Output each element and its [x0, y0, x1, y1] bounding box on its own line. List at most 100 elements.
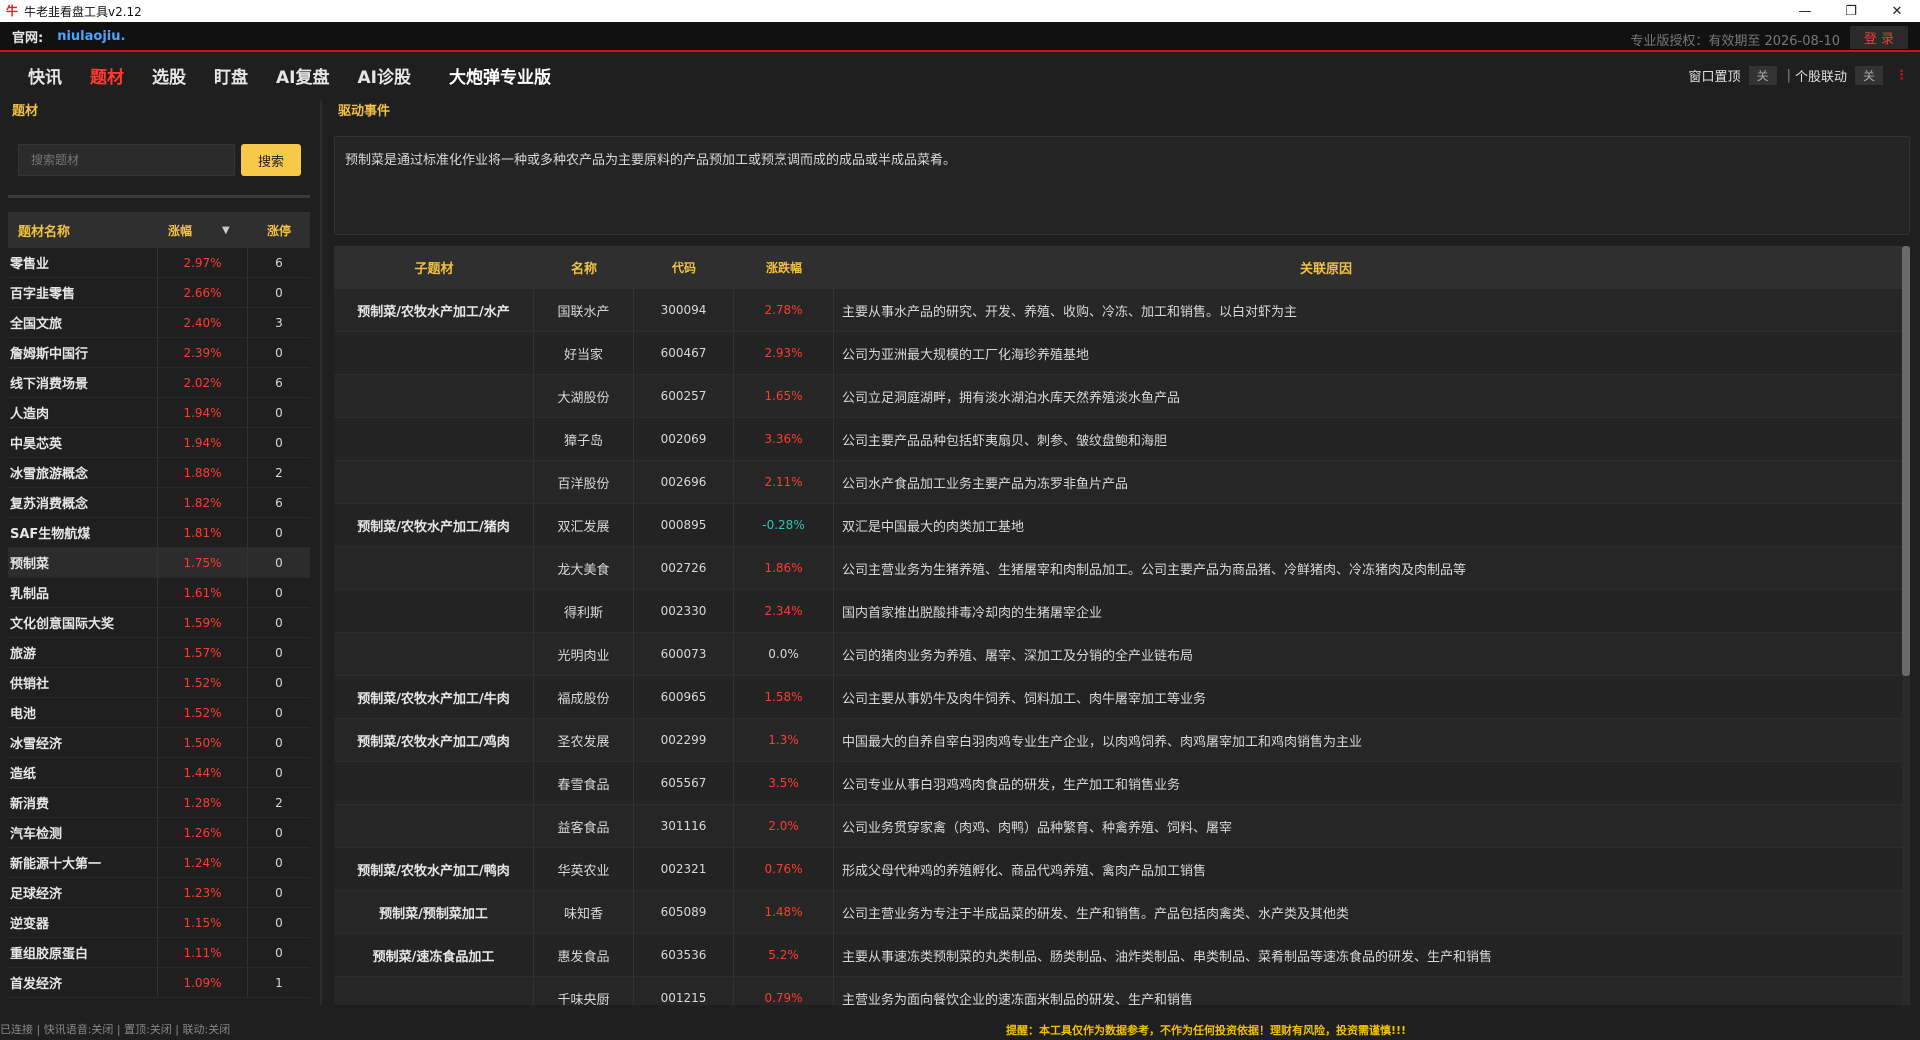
- stock-name[interactable]: 味知香: [534, 891, 634, 933]
- more-menu-icon[interactable]: ⋮: [1895, 68, 1908, 83]
- stock-row[interactable]: 好当家 600467 2.93% 公司为亚洲最大规模的工厂化海珍养殖基地: [334, 332, 1910, 375]
- stock-row[interactable]: 大湖股份 600257 1.65% 公司立足洞庭湖畔，拥有淡水湖泊水库天然养殖淡水鱼产…: [334, 375, 1910, 418]
- stock-table-scrollbar[interactable]: [1902, 246, 1910, 1005]
- theme-name-header[interactable]: 题材名称: [8, 212, 158, 248]
- theme-row[interactable]: 文化创意国际大奖 1.59% 0: [8, 608, 310, 638]
- theme-name: 乳制品: [8, 578, 158, 607]
- stock-name[interactable]: 益客食品: [534, 805, 634, 847]
- subtheme-header[interactable]: 子题材: [334, 246, 534, 289]
- stock-row[interactable]: 预制菜/农牧水产加工/水产 国联水产 300094 2.78% 主要从事水产品的研究、开…: [334, 289, 1910, 332]
- nav-item-ai-diagnose[interactable]: AI诊股: [357, 63, 410, 88]
- stock-row[interactable]: 益客食品 301116 2.0% 公司业务贯穿家禽（肉鸡、肉鸭）品种繁育、种禽养殖、饲…: [334, 805, 1910, 848]
- stock-row[interactable]: 龙大美食 002726 1.86% 公司主营业务为生猪养殖、生猪屠宰和肉制品加工。公司…: [334, 547, 1910, 590]
- stock-name[interactable]: 国联水产: [534, 289, 634, 331]
- theme-name: 供销社: [8, 668, 158, 697]
- theme-row[interactable]: 新能源十大第一 1.24% 0: [8, 848, 310, 878]
- theme-row[interactable]: 冰雪旅游概念 1.88% 2: [8, 458, 310, 488]
- theme-row[interactable]: 供销社 1.52% 0: [8, 668, 310, 698]
- stock-rows: 预制菜/农牧水产加工/水产 国联水产 300094 2.78% 主要从事水产品的研究、开…: [334, 289, 1910, 1005]
- theme-rows: 零售业 2.97% 6 百字韭零售 2.66% 0 全国文旅 2.40% 3 詹姆斯中国行 2.39…: [8, 248, 310, 998]
- stock-code-header[interactable]: 代码: [634, 246, 734, 289]
- stock-link-toggle[interactable]: 关: [1854, 66, 1883, 85]
- theme-row[interactable]: 冰雪经济 1.50% 0: [8, 728, 310, 758]
- stock-name[interactable]: 龙大美食: [534, 547, 634, 589]
- stock-row[interactable]: 千味央厨 001215 0.79% 主营业务为面向餐饮企业的速冻面米制品的研发、生产和…: [334, 977, 1910, 1005]
- stock-name-header[interactable]: 名称: [534, 246, 634, 289]
- stock-row[interactable]: 光明肉业 600073 0.0% 公司的猪肉业务为养殖、屠宰、深加工及分销的全产业链布…: [334, 633, 1910, 676]
- theme-row[interactable]: SAF生物航煤 1.81% 0: [8, 518, 310, 548]
- nav-item-themes[interactable]: 题材: [90, 63, 124, 88]
- stock-code: 600965: [634, 676, 734, 718]
- theme-change-header[interactable]: 涨幅 ▼: [158, 212, 248, 248]
- theme-row[interactable]: 汽车检测 1.26% 0: [8, 818, 310, 848]
- stock-row[interactable]: 预制菜/农牧水产加工/牛肉 福成股份 600965 1.58% 公司主要从事奶牛及肉牛饲…: [334, 676, 1910, 719]
- theme-row[interactable]: 詹姆斯中国行 2.39% 0: [8, 338, 310, 368]
- nav-item-pro[interactable]: 大炮弹专业版: [449, 63, 551, 88]
- stock-row[interactable]: 春雪食品 605567 3.5% 公司专业从事白羽鸡鸡肉食品的研发，生产加工和销售业务: [334, 762, 1910, 805]
- theme-search-button[interactable]: 搜索: [241, 144, 301, 176]
- nav-item-news[interactable]: 快讯: [28, 63, 62, 88]
- theme-limit-count: 6: [275, 375, 283, 390]
- stock-name[interactable]: 千味央厨: [534, 977, 634, 1005]
- site-link[interactable]: niulaojiu.: [57, 29, 125, 44]
- stock-name[interactable]: 春雪食品: [534, 762, 634, 804]
- nav-item-watch[interactable]: 盯盘: [214, 63, 248, 88]
- stock-row[interactable]: 百洋股份 002696 2.11% 公司水产食品加工业务主要产品为冻罗非鱼片产品: [334, 461, 1910, 504]
- theme-change: 1.94%: [158, 428, 248, 457]
- stock-row[interactable]: 预制菜/速冻食品加工 惠发食品 603536 5.2% 主要从事速冻类预制菜的丸类制品、…: [334, 934, 1910, 977]
- nav-right-controls: 窗口置顶 关 | 个股联动 关 ⋮: [1689, 66, 1908, 85]
- theme-row[interactable]: 零售业 2.97% 6: [8, 248, 310, 278]
- stock-change-header[interactable]: 涨跌幅: [734, 246, 834, 289]
- theme-row[interactable]: 造纸 1.44% 0: [8, 758, 310, 788]
- stock-row[interactable]: 预制菜/农牧水产加工/猪肉 双汇发展 000895 -0.28% 双汇是中国最大的肉类加…: [334, 504, 1910, 547]
- stock-name[interactable]: 惠发食品: [534, 934, 634, 976]
- theme-limit-count: 6: [275, 495, 283, 510]
- stock-name[interactable]: 圣农发展: [534, 719, 634, 761]
- theme-row[interactable]: 百字韭零售 2.66% 0: [8, 278, 310, 308]
- stock-name[interactable]: 福成股份: [534, 676, 634, 718]
- stock-name[interactable]: 光明肉业: [534, 633, 634, 675]
- nav-item-stock-picker[interactable]: 选股: [152, 63, 186, 88]
- stock-name[interactable]: 大湖股份: [534, 375, 634, 417]
- stock-row[interactable]: 得利斯 002330 2.34% 国内首家推出脱酸排毒冷却肉的生猪屠宰企业: [334, 590, 1910, 633]
- stock-name[interactable]: 獐子岛: [534, 418, 634, 460]
- login-button[interactable]: 登 录: [1849, 26, 1908, 49]
- theme-row[interactable]: 旅游 1.57% 0: [8, 638, 310, 668]
- stock-row[interactable]: 预制菜/农牧水产加工/鸡肉 圣农发展 002299 1.3% 中国最大的自养自宰白羽肉鸡…: [334, 719, 1910, 762]
- pin-window-toggle[interactable]: 关: [1748, 66, 1777, 85]
- panel-splitter[interactable]: [320, 100, 322, 1005]
- theme-limit-header[interactable]: 涨停: [248, 212, 310, 248]
- stock-change: 1.65%: [734, 375, 834, 417]
- theme-row[interactable]: 足球经济 1.23% 0: [8, 878, 310, 908]
- theme-row[interactable]: 重组胶原蛋白 1.11% 0: [8, 938, 310, 968]
- theme-row[interactable]: 人造肉 1.94% 0: [8, 398, 310, 428]
- stock-row[interactable]: 预制菜/农牧水产加工/鸭肉 华英农业 002321 0.76% 形成父母代种鸡的养殖孵化…: [334, 848, 1910, 891]
- stock-name[interactable]: 双汇发展: [534, 504, 634, 546]
- theme-row[interactable]: 全国文旅 2.40% 3: [8, 308, 310, 338]
- scrollbar-thumb[interactable]: [1902, 246, 1910, 676]
- close-button[interactable]: ✕: [1874, 0, 1920, 22]
- theme-row[interactable]: 复苏消费概念 1.82% 6: [8, 488, 310, 518]
- restore-button[interactable]: ❐: [1828, 0, 1874, 22]
- stock-row[interactable]: 预制菜/预制菜加工 味知香 605089 1.48% 公司主营业务为专注于半成品菜的研发…: [334, 891, 1910, 934]
- theme-row[interactable]: 乳制品 1.61% 0: [8, 578, 310, 608]
- subtheme-cell: [334, 977, 534, 1005]
- theme-search-input[interactable]: [18, 144, 235, 176]
- stock-reason: 公司主营业务为生猪养殖、生猪屠宰和肉制品加工。公司主要产品为商品猪、冷鲜猪肉、冷…: [842, 562, 1467, 578]
- stock-row[interactable]: 獐子岛 002069 3.36% 公司主要产品品种包括虾夷扇贝、刺参、皱纹盘鲍和海胆: [334, 418, 1910, 461]
- theme-row[interactable]: 首发经济 1.09% 1: [8, 968, 310, 998]
- nav-item-ai-review[interactable]: AI复盘: [276, 63, 329, 88]
- theme-row[interactable]: 中昊芯英 1.94% 0: [8, 428, 310, 458]
- stock-name[interactable]: 华英农业: [534, 848, 634, 890]
- stock-name[interactable]: 百洋股份: [534, 461, 634, 503]
- sort-desc-icon[interactable]: ▼: [222, 225, 230, 236]
- minimize-button[interactable]: —: [1782, 0, 1828, 22]
- theme-row[interactable]: 线下消费场景 2.02% 6: [8, 368, 310, 398]
- theme-row[interactable]: 预制菜 1.75% 0: [8, 548, 310, 578]
- theme-row[interactable]: 新消费 1.28% 2: [8, 788, 310, 818]
- theme-row[interactable]: 电池 1.52% 0: [8, 698, 310, 728]
- stock-table-header: 子题材 名称 代码 涨跌幅 关联原因: [334, 246, 1910, 289]
- theme-row[interactable]: 逆变器 1.15% 0: [8, 908, 310, 938]
- stock-name[interactable]: 得利斯: [534, 590, 634, 632]
- stock-name[interactable]: 好当家: [534, 332, 634, 374]
